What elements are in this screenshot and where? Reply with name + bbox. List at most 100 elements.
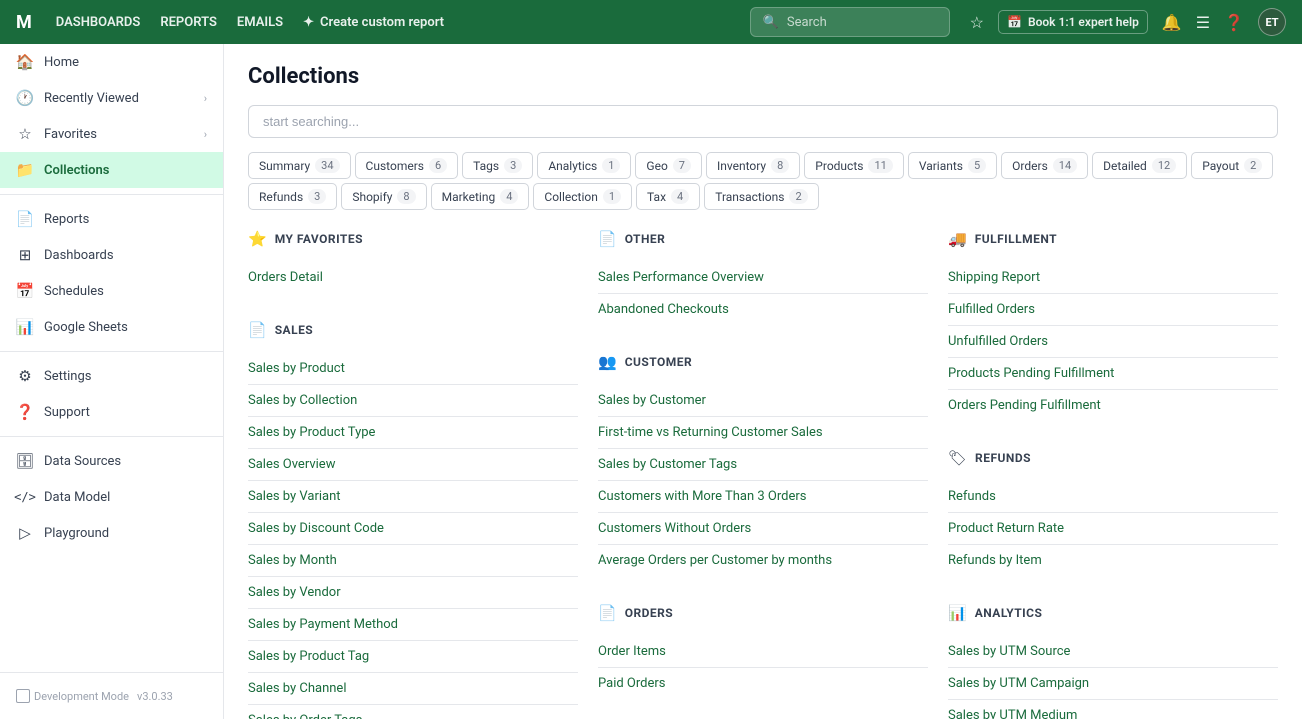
tab-geo[interactable]: Geo7 xyxy=(635,152,702,179)
collections-search-input[interactable] xyxy=(248,105,1278,138)
link-sales-by-product-tag[interactable]: Sales by Product Tag xyxy=(248,641,578,673)
tab-customers[interactable]: Customers 6 xyxy=(355,152,459,179)
tab-tags[interactable]: Tags3 xyxy=(462,152,533,179)
link-abandoned-checkouts[interactable]: Abandoned Checkouts xyxy=(598,294,928,325)
notifications-icon[interactable]: 🔔 xyxy=(1162,13,1182,32)
link-sales-by-vendor[interactable]: Sales by Vendor xyxy=(248,577,578,609)
link-sales-by-utm-medium[interactable]: Sales by UTM Medium xyxy=(948,700,1278,719)
link-sales-by-payment-method[interactable]: Sales by Payment Method xyxy=(248,609,578,641)
nav-reports[interactable]: REPORTS xyxy=(160,15,217,30)
tab-badge: 6 xyxy=(429,158,447,173)
star-icon: ☆ xyxy=(16,125,34,143)
user-avatar[interactable]: ET xyxy=(1258,8,1286,36)
link-sales-by-month[interactable]: Sales by Month xyxy=(248,545,578,577)
link-paid-orders[interactable]: Paid Orders xyxy=(598,668,928,699)
sidebar-item-data-sources[interactable]: 🗄 Data Sources xyxy=(0,443,223,479)
link-refunds[interactable]: Refunds xyxy=(948,481,1278,513)
link-sales-by-variant[interactable]: Sales by Variant xyxy=(248,481,578,513)
link-sales-by-order-tags[interactable]: Sales by Order Tags xyxy=(248,705,578,719)
tab-inventory[interactable]: Inventory8 xyxy=(706,152,800,179)
tab-orders[interactable]: Orders14 xyxy=(1001,152,1088,179)
link-customers-with-more-than-3-orders[interactable]: Customers with More Than 3 Orders xyxy=(598,481,928,513)
sidebar-item-support[interactable]: ❓ Support xyxy=(0,394,223,430)
help-icon[interactable]: ❓ xyxy=(1224,13,1244,32)
link-sales-by-utm-campaign[interactable]: Sales by UTM Campaign xyxy=(948,668,1278,700)
link-sales-by-utm-source[interactable]: Sales by UTM Source xyxy=(948,636,1278,668)
orders-title: ORDERS xyxy=(625,606,673,620)
tab-marketing[interactable]: Marketing4 xyxy=(431,183,530,210)
search-icon: 🔍 xyxy=(763,15,779,30)
link-sales-performance-overview[interactable]: Sales Performance Overview xyxy=(598,262,928,294)
link-sales-by-product-type[interactable]: Sales by Product Type xyxy=(248,417,578,449)
link-customers-without-orders[interactable]: Customers Without Orders xyxy=(598,513,928,545)
tab-shopify[interactable]: Shopify8 xyxy=(341,183,426,210)
logo[interactable]: M xyxy=(16,12,32,33)
link-shipping-report[interactable]: Shipping Report xyxy=(948,262,1278,294)
sidebar-item-data-model[interactable]: </> Data Model xyxy=(0,479,223,515)
star-icon[interactable]: ☆ xyxy=(970,13,984,32)
link-orders-detail[interactable]: Orders Detail xyxy=(248,262,578,293)
sidebar-item-collections[interactable]: 📁 Collections xyxy=(0,152,223,188)
tab-label: Payout xyxy=(1202,159,1239,173)
link-first-time-vs-returning-customer-sales[interactable]: First-time vs Returning Customer Sales xyxy=(598,417,928,449)
link-sales-by-product[interactable]: Sales by Product xyxy=(248,353,578,385)
tab-label: Customers xyxy=(366,159,424,173)
tab-summary[interactable]: Summary34 xyxy=(248,152,351,179)
sidebar-item-home[interactable]: 🏠 Home xyxy=(0,44,223,80)
link-fulfilled-orders[interactable]: Fulfilled Orders xyxy=(948,294,1278,326)
my-favorites-title: MY FAVORITES xyxy=(275,232,363,246)
tab-transactions[interactable]: Transactions2 xyxy=(704,183,818,210)
link-product-return-rate[interactable]: Product Return Rate xyxy=(948,513,1278,545)
sidebar-item-favorites[interactable]: ☆ Favorites › xyxy=(0,116,223,152)
sidebar-item-reports[interactable]: 📄 Reports xyxy=(0,201,223,237)
book-expert-button[interactable]: 📅 Book 1:1 expert help xyxy=(998,10,1148,34)
tab-analytics[interactable]: Analytics1 xyxy=(537,152,631,179)
nav-emails[interactable]: EMAILS xyxy=(237,15,283,30)
analytics-icon: 📊 xyxy=(948,604,967,622)
tab-label: Summary xyxy=(259,159,310,173)
tab-variants[interactable]: Variants5 xyxy=(908,152,997,179)
link-refunds-by-item[interactable]: Refunds by Item xyxy=(948,545,1278,576)
clock-icon: 🕐 xyxy=(16,89,34,107)
tab-payout[interactable]: Payout2 xyxy=(1191,152,1273,179)
reports-icon: 📄 xyxy=(16,210,34,228)
tab-products[interactable]: Products 11 xyxy=(804,152,904,179)
tab-detailed[interactable]: Detailed12 xyxy=(1092,152,1187,179)
sidebar-item-schedules[interactable]: 📅 Schedules xyxy=(0,273,223,309)
link-sales-overview[interactable]: Sales Overview xyxy=(248,449,578,481)
nav-dashboards[interactable]: DASHBOARDS xyxy=(56,15,141,30)
link-order-items[interactable]: Order Items xyxy=(598,636,928,668)
dev-mode-toggle[interactable]: Development Mode xyxy=(16,689,129,703)
sidebar-version: Development Mode v3.0.33 xyxy=(0,683,223,709)
link-orders-pending-fulfillment[interactable]: Orders Pending Fulfillment xyxy=(948,390,1278,421)
analytics-title: ANALYTICS xyxy=(975,606,1043,620)
customer-title: CUSTOMER xyxy=(625,355,692,369)
link-unfulfilled-orders[interactable]: Unfulfilled Orders xyxy=(948,326,1278,358)
sidebar-item-playground[interactable]: ▷ Playground xyxy=(0,515,223,551)
link-sales-by-discount-code[interactable]: Sales by Discount Code xyxy=(248,513,578,545)
sidebar-divider-2 xyxy=(0,351,223,352)
section-refunds: 🏷REFUNDSRefundsProduct Return RateRefund… xyxy=(948,449,1278,576)
tab-label: Products xyxy=(815,159,863,173)
sidebar-item-google-sheets[interactable]: 📊 Google Sheets xyxy=(0,309,223,345)
search-input[interactable]: 🔍 Search xyxy=(750,7,950,37)
tab-tax[interactable]: Tax4 xyxy=(636,183,700,210)
create-custom-report-button[interactable]: ✦ Create custom report xyxy=(303,15,444,30)
fulfillment-icon: 🚚 xyxy=(948,230,967,248)
data-model-icon: </> xyxy=(16,488,34,506)
link-sales-by-customer-tags[interactable]: Sales by Customer Tags xyxy=(598,449,928,481)
link-average-orders-per-customer-by-months[interactable]: Average Orders per Customer by months xyxy=(598,545,928,576)
link-products-pending-fulfillment[interactable]: Products Pending Fulfillment xyxy=(948,358,1278,390)
tab-badge: 11 xyxy=(868,158,892,173)
link-sales-by-collection[interactable]: Sales by Collection xyxy=(248,385,578,417)
tab-badge: 12 xyxy=(1152,158,1176,173)
list-icon[interactable]: ☰ xyxy=(1196,13,1210,32)
link-sales-by-channel[interactable]: Sales by Channel xyxy=(248,673,578,705)
sidebar-item-settings[interactable]: ⚙ Settings xyxy=(0,358,223,394)
section-customer: 👥CUSTOMERSales by CustomerFirst-time vs … xyxy=(598,353,928,576)
tab-collection[interactable]: Collection1 xyxy=(533,183,632,210)
sidebar-item-recently-viewed[interactable]: 🕐 Recently Viewed › xyxy=(0,80,223,116)
tab-refunds[interactable]: Refunds3 xyxy=(248,183,337,210)
link-sales-by-customer[interactable]: Sales by Customer xyxy=(598,385,928,417)
sidebar-item-dashboards[interactable]: ⊞ Dashboards xyxy=(0,237,223,273)
